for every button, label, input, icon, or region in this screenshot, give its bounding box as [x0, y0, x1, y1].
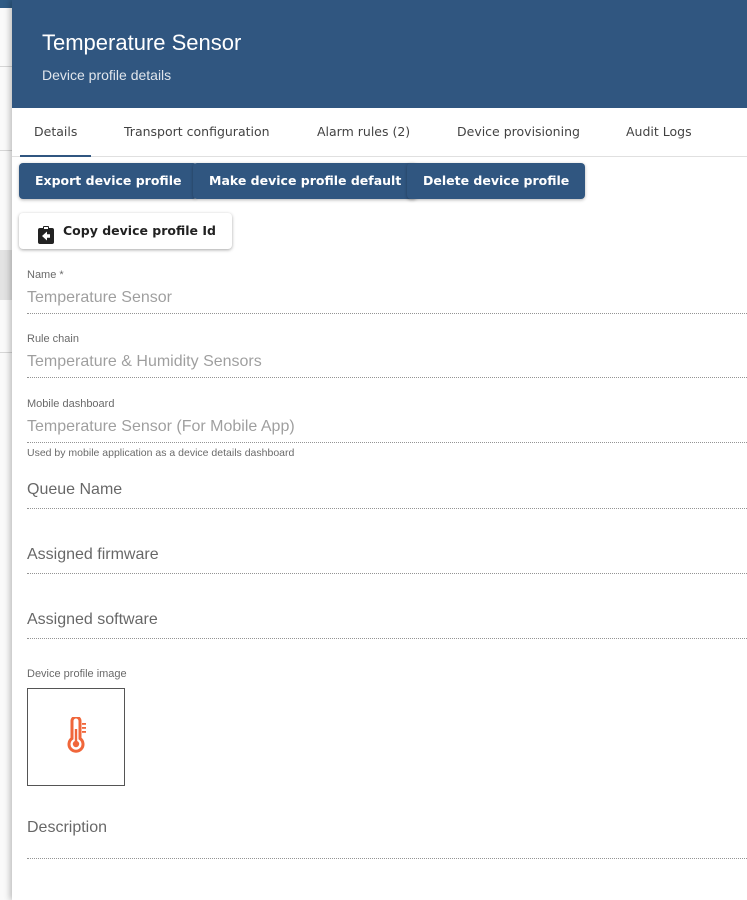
name-label: Name * — [27, 269, 64, 281]
assigned-software-field[interactable]: Assigned software — [27, 610, 747, 639]
copy-id-label: Copy device profile Id — [63, 223, 216, 238]
assigned-software-underline — [27, 638, 747, 639]
queue-name-field[interactable]: Queue Name — [27, 480, 747, 509]
tab-device-provisioning[interactable]: Device provisioning — [457, 108, 580, 156]
mobile-dashboard-label: Mobile dashboard — [27, 398, 115, 410]
mobile-dashboard-field[interactable]: Mobile dashboard Temperature Sensor (For… — [27, 397, 747, 459]
rule-chain-value: Temperature & Humidity Sensors — [27, 353, 262, 370]
copy-device-profile-id-button[interactable]: Copy device profile Id — [19, 213, 232, 249]
description-underline — [27, 858, 747, 859]
name-underline — [27, 313, 747, 314]
assigned-firmware-underline — [27, 573, 747, 574]
delete-device-profile-button[interactable]: Delete device profile — [407, 163, 586, 199]
page-title: Temperature Sensor — [42, 30, 242, 55]
mobile-dashboard-hint: Used by mobile application as a device d… — [27, 447, 295, 459]
background-divider — [0, 66, 12, 67]
name-value: Temperature Sensor — [27, 289, 172, 306]
background-row — [0, 250, 12, 300]
rule-chain-label: Rule chain — [27, 333, 79, 345]
assigned-firmware-placeholder: Assigned firmware — [27, 546, 159, 563]
clipboard-arrow-left-icon — [37, 222, 55, 244]
profile-image-box[interactable] — [27, 688, 125, 786]
rule-chain-field[interactable]: Rule chain Temperature & Humidity Sensor… — [27, 332, 747, 378]
tab-transport-configuration[interactable]: Transport configuration — [124, 108, 270, 156]
thermometer-icon — [65, 715, 87, 758]
rule-chain-underline — [27, 377, 747, 378]
background-divider — [0, 352, 12, 353]
name-field[interactable]: Name * Temperature Sensor — [27, 268, 747, 314]
assigned-firmware-field[interactable]: Assigned firmware — [27, 545, 747, 574]
tab-bar: Details Transport configuration Alarm ru… — [12, 108, 747, 157]
profile-image-section: Device profile image — [27, 667, 747, 681]
tab-details[interactable]: Details — [19, 108, 92, 157]
action-buttons: Export device profile Make device profil… — [12, 157, 747, 257]
export-device-profile-button[interactable]: Export device profile — [19, 163, 198, 199]
page-subtitle: Device profile details — [42, 67, 172, 83]
tab-alarm-rules[interactable]: Alarm rules (2) — [317, 108, 410, 156]
device-profile-details-panel: Temperature Sensor Device profile detail… — [12, 0, 747, 900]
background-header — [0, 0, 12, 8]
background-divider — [0, 150, 12, 151]
description-field[interactable]: Description — [27, 818, 747, 859]
tab-audit-logs[interactable]: Audit Logs — [626, 108, 692, 156]
profile-image-label: Device profile image — [27, 668, 127, 680]
panel-header: Temperature Sensor Device profile detail… — [12, 0, 747, 108]
queue-name-placeholder: Queue Name — [27, 481, 123, 498]
make-default-button[interactable]: Make device profile default — [193, 163, 418, 199]
mobile-dashboard-underline — [27, 442, 747, 443]
description-placeholder: Description — [27, 819, 108, 836]
mobile-dashboard-value: Temperature Sensor (For Mobile App) — [27, 418, 295, 435]
queue-name-underline — [27, 508, 747, 509]
assigned-software-placeholder: Assigned software — [27, 611, 158, 628]
